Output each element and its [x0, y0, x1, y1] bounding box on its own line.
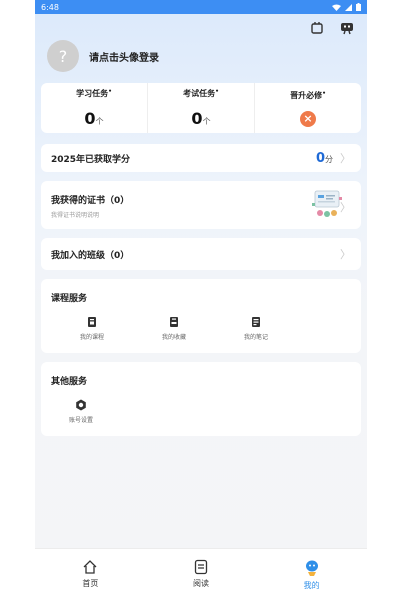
status-icons [332, 3, 361, 11]
app-screen: 6:48 ? 请点击头像登录 学习任务• 0个 考试任务• 0个 晋升必修• × [35, 0, 367, 600]
tab-read[interactable]: 阅读 [171, 559, 231, 600]
service-label: 账号设置 [68, 417, 93, 424]
chevron-right-icon: 〉 [340, 152, 351, 165]
avatar[interactable]: ? [47, 40, 79, 72]
course-services-card: 课程服务 我的课程 我的收藏 我的笔记 [41, 279, 361, 353]
favorite-icon [170, 317, 178, 327]
battery-icon [356, 3, 361, 11]
certificates-subtitle: 我得证书说明说明 [51, 212, 100, 219]
certificates-row[interactable]: 我获得的证书（0） 我得证书说明说明 〉 [41, 181, 361, 229]
certificates-title: 我获得的证书（0） [51, 196, 130, 206]
stat-unit: 个 [95, 117, 104, 126]
bottom-tab-bar: 首页 阅读 我的 [35, 548, 367, 600]
stat-label: 学习任务 [76, 89, 109, 98]
notes-icon [252, 317, 260, 327]
service-label: 我的收藏 [161, 334, 186, 341]
tab-label: 阅读 [192, 579, 209, 588]
certificate-illustration-icon [312, 190, 342, 217]
login-prompt[interactable]: 请点击头像登录 [89, 49, 159, 64]
settings-icon [76, 399, 86, 411]
scan-icon[interactable] [309, 20, 325, 36]
stat-value: 0 [84, 109, 96, 128]
credits-unit: 分 [325, 154, 333, 164]
stat-unit: 个 [202, 117, 211, 126]
tab-mine[interactable]: 我的 [282, 559, 342, 600]
status-time: 6:48 [41, 2, 59, 12]
stat-study-tasks[interactable]: 学习任务• 0个 [41, 83, 148, 133]
section-title: 课程服务 [51, 294, 88, 304]
close-badge-icon: × [300, 110, 316, 127]
stat-promotion-required[interactable]: 晋升必修• × [255, 83, 361, 133]
status-bar: 6:48 [35, 0, 367, 14]
service-label: 我的课程 [79, 334, 104, 341]
service-list: 我的课程 我的收藏 我的笔记 [51, 316, 351, 341]
stat-label: 晋升必修 [290, 90, 323, 100]
service-label: 我的笔记 [243, 334, 268, 341]
tab-label: 我的 [303, 581, 320, 590]
chevron-right-icon: 〉 [340, 201, 351, 214]
stat-value: 0 [191, 109, 203, 128]
credits-value: 0 [315, 150, 325, 166]
profile-header[interactable]: ? 请点击头像登录 [47, 40, 159, 72]
wifi-icon [332, 4, 341, 11]
read-icon [194, 559, 208, 575]
tab-home[interactable]: 首页 [60, 559, 120, 600]
top-actions [309, 20, 355, 36]
signal-icon [345, 3, 352, 11]
mine-icon [305, 560, 318, 576]
classes-title: 我加入的班级（0） [51, 250, 130, 261]
other-services-card: 其他服务 账号设置 [41, 362, 361, 436]
course-icon [88, 317, 96, 327]
stats-card: 学习任务• 0个 考试任务• 0个 晋升必修• × [41, 83, 361, 133]
service-my-notes[interactable]: 我的笔记 [215, 316, 297, 341]
section-title: 其他服务 [51, 377, 88, 387]
credits-row[interactable]: 2025年已获取学分 0分 〉 [41, 144, 361, 172]
stat-label: 考试任务 [183, 89, 216, 98]
message-icon[interactable] [339, 20, 355, 36]
service-my-favorites[interactable]: 我的收藏 [133, 316, 215, 341]
classes-row[interactable]: 我加入的班级（0） 〉 [41, 238, 361, 270]
stat-exam-tasks[interactable]: 考试任务• 0个 [148, 83, 255, 133]
tab-label: 首页 [82, 579, 99, 588]
chevron-right-icon: 〉 [340, 248, 351, 261]
service-account-settings[interactable]: 账号设置 [51, 399, 111, 424]
service-list: 账号设置 [51, 399, 351, 424]
home-icon [83, 560, 97, 574]
credits-label: 2025年已获取学分 [51, 154, 131, 165]
service-my-courses[interactable]: 我的课程 [51, 316, 133, 341]
